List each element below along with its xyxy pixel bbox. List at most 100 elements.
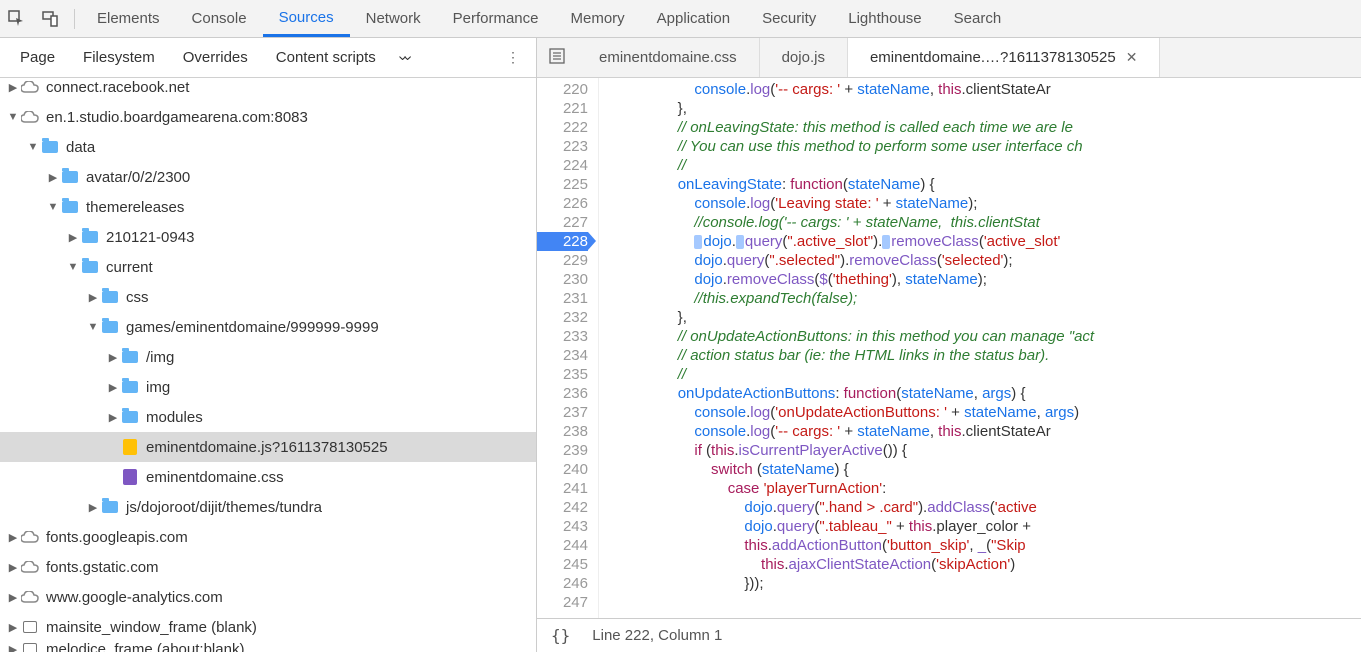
code-line[interactable]: dojo.query(".tableau_" + this.player_col…: [611, 517, 1361, 536]
line-number[interactable]: 243: [537, 517, 588, 536]
chevron-right-icon[interactable]: ▶: [66, 231, 80, 244]
subtab-filesystem[interactable]: Filesystem: [69, 38, 169, 77]
line-number[interactable]: 240: [537, 460, 588, 479]
tree-item[interactable]: ▼current: [0, 252, 536, 282]
code-content[interactable]: console.log('-- cargs: ' + stateName, th…: [599, 78, 1361, 618]
tree-item[interactable]: ▼themereleases: [0, 192, 536, 222]
code-line[interactable]: console.log('-- cargs: ' + stateName, th…: [611, 80, 1361, 99]
tree-item[interactable]: ▶css: [0, 282, 536, 312]
list-icon[interactable]: [537, 48, 577, 67]
file-tab[interactable]: dojo.js: [760, 38, 848, 77]
device-icon[interactable]: [34, 0, 68, 37]
code-line[interactable]: }));: [611, 574, 1361, 593]
line-number[interactable]: 242: [537, 498, 588, 517]
code-line[interactable]: console.log('onUpdateActionButtons: ' + …: [611, 403, 1361, 422]
chevron-right-icon[interactable]: ▶: [6, 621, 20, 634]
chevron-right-icon[interactable]: ▶: [6, 81, 20, 94]
line-number[interactable]: 224: [537, 156, 588, 175]
tree-item[interactable]: ▶fonts.gstatic.com: [0, 552, 536, 582]
code-line[interactable]: //: [611, 156, 1361, 175]
line-number[interactable]: 229: [537, 251, 588, 270]
tree-item[interactable]: ▶eminentdomaine.css: [0, 462, 536, 492]
tree-item[interactable]: ▶210121-0943: [0, 222, 536, 252]
more-options-icon[interactable]: ⋮: [496, 49, 530, 66]
tree-item[interactable]: ▶/img: [0, 342, 536, 372]
chevron-right-icon[interactable]: ▶: [46, 171, 60, 184]
code-line[interactable]: // action status bar (ie: the HTML links…: [611, 346, 1361, 365]
line-number[interactable]: 231: [537, 289, 588, 308]
tab-performance[interactable]: Performance: [437, 0, 555, 37]
inspect-icon[interactable]: [0, 0, 34, 37]
chevron-right-icon[interactable]: ▶: [86, 501, 100, 514]
tree-item[interactable]: ▶avatar/0/2/2300: [0, 162, 536, 192]
line-number[interactable]: 246: [537, 574, 588, 593]
chevron-right-icon[interactable]: ▶: [86, 291, 100, 304]
line-number[interactable]: 235: [537, 365, 588, 384]
code-line[interactable]: },: [611, 308, 1361, 327]
code-editor[interactable]: 2202212222232242252262272282292302312322…: [537, 78, 1361, 618]
tab-security[interactable]: Security: [746, 0, 832, 37]
line-number[interactable]: 247: [537, 593, 588, 612]
tree-item[interactable]: ▶fonts.googleapis.com: [0, 522, 536, 552]
tab-lighthouse[interactable]: Lighthouse: [832, 0, 937, 37]
line-number[interactable]: 239: [537, 441, 588, 460]
line-number[interactable]: 238: [537, 422, 588, 441]
code-line[interactable]: console.log('-- cargs: ' + stateName, th…: [611, 422, 1361, 441]
line-number[interactable]: 245: [537, 555, 588, 574]
chevron-right-icon[interactable]: ▶: [6, 591, 20, 604]
line-number[interactable]: 221: [537, 99, 588, 118]
chevron-right-icon[interactable]: ▶: [106, 351, 120, 364]
file-tab[interactable]: eminentdomaine.css: [577, 38, 760, 77]
tree-item[interactable]: ▶connect.racebook.net: [0, 78, 536, 102]
chevron-down-icon[interactable]: ▼: [46, 201, 60, 213]
chevron-right-icon[interactable]: ▶: [6, 643, 20, 652]
tab-sources[interactable]: Sources: [263, 0, 350, 37]
tree-item[interactable]: ▶js/dojoroot/dijit/themes/tundra: [0, 492, 536, 522]
chevron-down-icon[interactable]: ▼: [26, 141, 40, 153]
code-line[interactable]: this.addActionButton('button_skip', _("S…: [611, 536, 1361, 555]
line-number[interactable]: 233: [537, 327, 588, 346]
code-line[interactable]: //this.expandTech(false);: [611, 289, 1361, 308]
tab-search[interactable]: Search: [938, 0, 1018, 37]
code-line[interactable]: onUpdateActionButtons: function(stateNam…: [611, 384, 1361, 403]
overflow-icon[interactable]: ››: [390, 49, 421, 67]
chevron-down-icon[interactable]: ▼: [6, 111, 20, 123]
subtab-overrides[interactable]: Overrides: [169, 38, 262, 77]
subtab-page[interactable]: Page: [6, 38, 69, 77]
tree-item[interactable]: ▶www.google-analytics.com: [0, 582, 536, 612]
code-line[interactable]: // onUpdateActionButtons: in this method…: [611, 327, 1361, 346]
line-number[interactable]: 241: [537, 479, 588, 498]
file-tree[interactable]: ▶connect.racebook.net▼en.1.studio.boardg…: [0, 78, 536, 652]
code-line[interactable]: dojo.query(".active_slot").removeClass('…: [611, 232, 1361, 251]
code-line[interactable]: //console.log('-- cargs: ' + stateName, …: [611, 213, 1361, 232]
line-number[interactable]: 228: [537, 232, 588, 251]
tree-item[interactable]: ▼data: [0, 132, 536, 162]
code-line[interactable]: console.log('Leaving state: ' + stateNam…: [611, 194, 1361, 213]
tab-elements[interactable]: Elements: [81, 0, 176, 37]
code-line[interactable]: //: [611, 365, 1361, 384]
tree-item[interactable]: ▶melodice_frame (about:blank): [0, 634, 536, 652]
code-line[interactable]: dojo.query(".hand > .card").addClass('ac…: [611, 498, 1361, 517]
line-number[interactable]: 234: [537, 346, 588, 365]
pretty-print-icon[interactable]: {}: [551, 626, 570, 645]
chevron-down-icon[interactable]: ▼: [86, 321, 100, 333]
chevron-down-icon[interactable]: ▼: [66, 261, 80, 273]
close-icon[interactable]: ✕: [1126, 49, 1138, 66]
tree-item[interactable]: ▶img: [0, 372, 536, 402]
code-line[interactable]: dojo.removeClass($('thething'), stateNam…: [611, 270, 1361, 289]
tab-network[interactable]: Network: [350, 0, 437, 37]
line-number[interactable]: 236: [537, 384, 588, 403]
line-number[interactable]: 230: [537, 270, 588, 289]
line-number[interactable]: 220: [537, 80, 588, 99]
code-line[interactable]: onLeavingState: function(stateName) {: [611, 175, 1361, 194]
tree-item[interactable]: ▼en.1.studio.boardgamearena.com:8083: [0, 102, 536, 132]
line-number[interactable]: 237: [537, 403, 588, 422]
code-line[interactable]: // You can use this method to perform so…: [611, 137, 1361, 156]
tree-item[interactable]: ▶eminentdomaine.js?1611378130525: [0, 432, 536, 462]
line-number[interactable]: 225: [537, 175, 588, 194]
code-line[interactable]: // onLeavingState: this method is called…: [611, 118, 1361, 137]
line-gutter[interactable]: 2202212222232242252262272282292302312322…: [537, 78, 599, 618]
chevron-right-icon[interactable]: ▶: [106, 411, 120, 424]
line-number[interactable]: 223: [537, 137, 588, 156]
chevron-right-icon[interactable]: ▶: [6, 561, 20, 574]
